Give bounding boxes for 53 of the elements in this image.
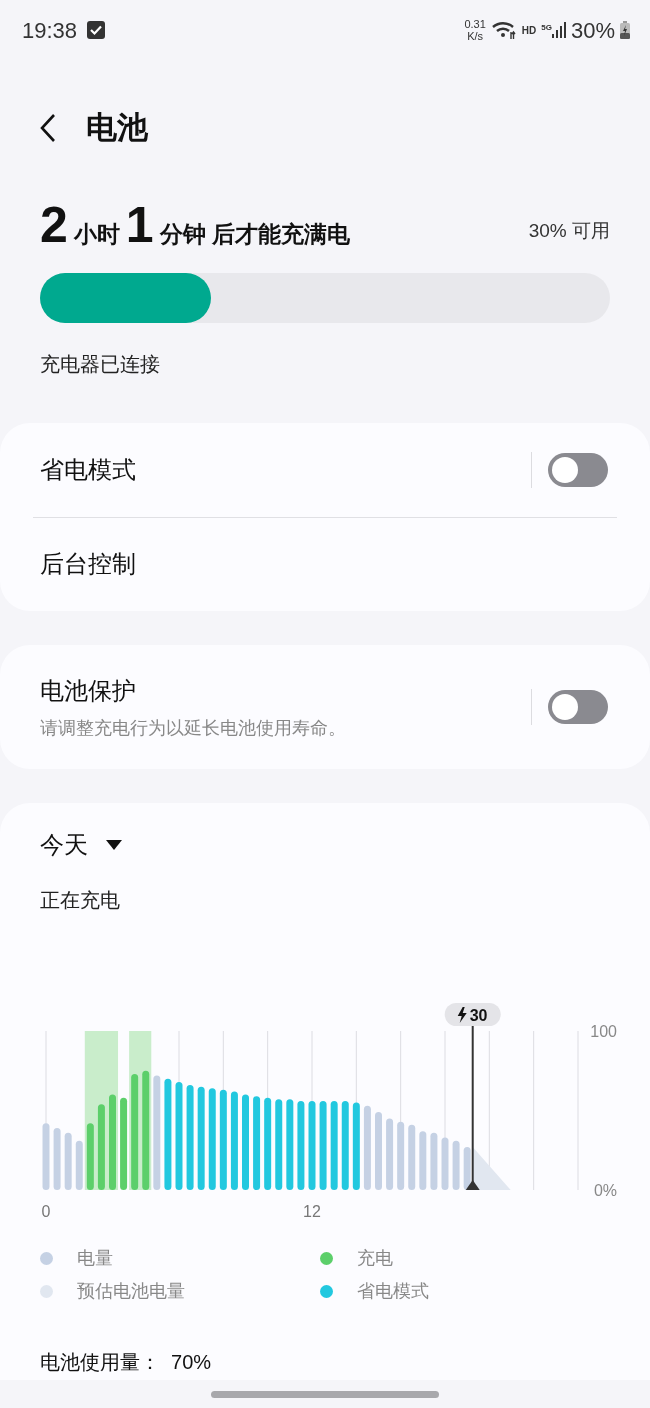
setting-label[interactable]: 省电模式 — [40, 451, 136, 488]
caret-icon — [106, 840, 122, 850]
home-indicator[interactable] — [211, 1390, 439, 1398]
battery-icon — [620, 21, 630, 39]
back-icon[interactable] — [40, 113, 56, 143]
legend-label: 充电 — [357, 1247, 393, 1270]
period-dropdown[interactable]: 今天 — [40, 827, 122, 863]
chart-bar — [452, 1140, 460, 1190]
charging-status: 正在充电 — [40, 888, 121, 913]
chart-bar — [75, 1140, 83, 1190]
network-type: 5G — [541, 22, 552, 34]
charge-time-text: 分钟 后才能充满电 — [159, 219, 350, 249]
toggle-switch[interactable] — [548, 690, 608, 724]
charge-time-number: 1 — [125, 199, 154, 250]
chart-bar — [408, 1124, 416, 1190]
chart-bar — [386, 1118, 394, 1190]
wifi-icon — [490, 20, 517, 40]
charge-time-text: 小时 — [73, 219, 120, 249]
marker-value: 30 — [469, 1007, 488, 1024]
x-axis-label: 0 — [41, 1203, 51, 1220]
chart-bar — [42, 1123, 50, 1190]
charger-status: 充电器已连接 — [40, 352, 161, 377]
y-axis-label: 100 — [590, 1023, 617, 1040]
toggle-switch[interactable] — [548, 452, 608, 487]
charge-time-number: 2 — [40, 199, 68, 250]
chart-bar — [430, 1132, 438, 1190]
hd-indicator: HD — [521, 23, 537, 38]
setting-label[interactable]: 后台控制 — [40, 546, 136, 583]
chart-bar — [441, 1137, 449, 1190]
chart-bar — [64, 1132, 72, 1190]
chart-bar — [397, 1121, 405, 1190]
network-speed: 0.31 K/s — [464, 18, 486, 42]
available-percent: 30% 可用 — [528, 218, 610, 243]
bolt-icon — [457, 1007, 467, 1023]
chart-bar — [53, 1128, 61, 1190]
chart-bar — [463, 1147, 471, 1190]
chart-bar — [419, 1131, 427, 1190]
legend-label: 省电模式 — [357, 1280, 429, 1303]
status-time: 19:38 — [22, 16, 78, 45]
estimate-area — [472, 1147, 511, 1190]
checkbox-icon — [87, 21, 106, 39]
setting-label[interactable]: 电池保护 — [40, 672, 346, 709]
legend-label: 电量 — [77, 1247, 113, 1270]
legend-label: 预估电池电量 — [77, 1280, 185, 1303]
chart-bar — [86, 1123, 94, 1190]
setting-description: 请调整充电行为以延长电池使用寿命。 — [40, 716, 346, 740]
page-title: 电池 — [86, 108, 148, 147]
y-axis-label: 0% — [593, 1182, 617, 1199]
marker-badge — [444, 1003, 501, 1026]
x-axis-label: 12 — [303, 1203, 321, 1220]
signal-icon — [551, 22, 566, 38]
usage-total: 电池使用量： 70% — [40, 1350, 213, 1375]
battery-percent: 30% — [570, 16, 615, 45]
